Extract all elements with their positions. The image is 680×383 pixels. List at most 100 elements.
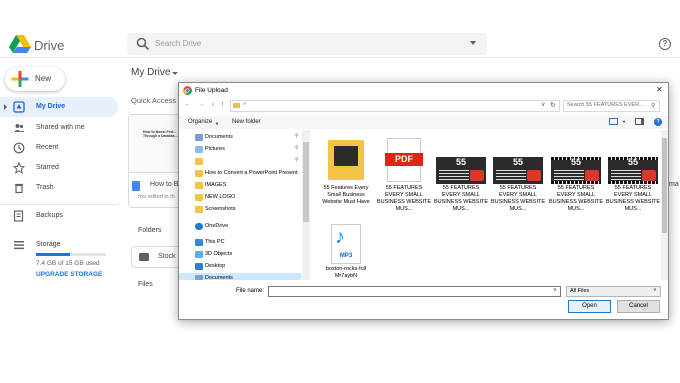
storage-meter-fill <box>36 253 71 256</box>
chevron-down-icon[interactable]: ▼ <box>215 121 219 126</box>
film-strip <box>551 181 601 184</box>
tree-item[interactable]: How to Convert a PowerPoint Present <box>179 168 301 180</box>
tree-item[interactable]: OneDrive <box>179 221 301 233</box>
drive-app-name: Drive <box>34 38 65 53</box>
chevron-down-icon[interactable]: ▼ <box>622 119 626 124</box>
search-icon[interactable]: ⚲ <box>651 102 655 109</box>
sidebar-divider <box>0 204 118 205</box>
folder-icon <box>139 253 149 261</box>
storage-used-text: 7.4 GB of 15 GB used <box>36 260 100 267</box>
folder-icon <box>195 170 203 177</box>
file-list-scrollbar-thumb[interactable] <box>662 138 667 233</box>
up-arrow-icon[interactable]: ↑ <box>221 101 225 108</box>
expand-caret-icon[interactable] <box>4 104 7 110</box>
change-view-icon[interactable] <box>609 118 618 125</box>
chevron-down-icon[interactable] <box>172 72 178 75</box>
upgrade-storage-link[interactable]: UPGRADE STORAGE <box>36 271 102 278</box>
cancel-button-label: Cancel <box>629 303 648 309</box>
onedrive-icon <box>195 223 203 230</box>
file-name-input[interactable] <box>268 286 561 297</box>
close-icon[interactable]: ✕ <box>656 85 663 94</box>
tree-item[interactable]: ⚲ <box>179 156 301 168</box>
tree-item[interactable]: Documents <box>179 273 301 280</box>
folder-icon <box>195 158 203 165</box>
folder-icon <box>195 182 203 189</box>
thumbnail-stripes <box>496 170 526 180</box>
tree-item-label: Documents <box>205 134 233 140</box>
file-name-history-chevron-icon[interactable]: ∨ <box>553 287 557 293</box>
quick-access-heading: Quick Access <box>131 96 177 105</box>
chevron-down-icon[interactable]: ∨ <box>653 287 657 293</box>
thumbnail-stripes <box>554 170 584 180</box>
tree-item[interactable]: This PC <box>179 237 301 249</box>
documents-icon <box>195 275 203 280</box>
sidebar-item-my-drive-label: My Drive <box>36 103 66 110</box>
sidebar-item-backups[interactable]: Backups <box>36 212 63 219</box>
folder-icon <box>195 194 203 201</box>
page-title[interactable]: My Drive <box>131 67 170 78</box>
pictures-icon <box>195 146 203 153</box>
documents-icon <box>195 134 203 141</box>
tree-item[interactable]: NEW LOGO <box>179 192 301 204</box>
file-name-caption: 55 FEATURES EVERY SMALL BUSINESS WEBSITE… <box>548 185 604 212</box>
file-name-caption: 55 FEATURES EVERY SMALL BUSINESS WEBSITE… <box>433 185 489 212</box>
folder-icon <box>233 103 240 108</box>
thumbnail-number: 55 <box>627 157 638 167</box>
thumbnail-graphic <box>527 170 541 181</box>
video-thumbnail: 55 <box>551 157 601 184</box>
backups-icon <box>13 210 24 222</box>
open-button-label: Open <box>582 303 597 309</box>
tree-item[interactable]: Desktop <box>179 261 301 273</box>
tree-item-label: OneDrive <box>205 223 229 229</box>
image-thumbnail: 55 <box>436 157 486 184</box>
help-icon[interactable]: ? <box>654 118 662 126</box>
back-arrow-icon[interactable]: ← <box>184 101 191 108</box>
navigation-pane-scrollbar-thumb[interactable] <box>303 142 309 222</box>
drive-logo-icon[interactable] <box>9 35 31 53</box>
tree-item[interactable]: Pictures ⚲ <box>179 144 301 156</box>
organize-button[interactable]: Organize <box>188 119 212 125</box>
tree-item-label: How to Convert a PowerPoint Present <box>205 170 298 176</box>
star-icon <box>13 162 25 174</box>
document-preview <box>334 146 358 166</box>
clock-icon <box>13 142 25 154</box>
file-name-caption: 55 FEATURES EVERY SMALL BUSINESS WEBSITE… <box>490 185 546 212</box>
sidebar-item-starred[interactable]: Starred <box>36 164 59 171</box>
shared-icon <box>14 124 25 132</box>
sidebar-item-recent[interactable]: Recent <box>36 144 58 151</box>
recent-locations-chevron-icon[interactable]: ∨ <box>211 102 215 108</box>
sidebar-item-shared[interactable]: Shared with me <box>36 124 85 131</box>
partial-file-label: ma <box>669 181 679 188</box>
dialog-search-placeholder: Search 55 FEATURES EVERY S... <box>567 102 647 108</box>
files-heading: Files <box>138 281 153 288</box>
desktop-icon <box>195 263 203 270</box>
tree-item[interactable]: IMAGES <box>179 180 301 192</box>
search-icon[interactable] <box>136 37 150 51</box>
file-name-caption: 55 Features Every Small Business Website… <box>322 185 370 205</box>
film-strip <box>608 181 658 184</box>
forward-arrow-icon[interactable]: → <box>198 101 205 108</box>
tree-item[interactable]: 3D Objects <box>179 249 301 261</box>
folder-icon <box>195 206 203 213</box>
tree-item[interactable]: Screenshots <box>179 204 301 216</box>
video-thumbnail: 55 <box>608 157 658 184</box>
tree-item[interactable]: Documents ⚲ <box>179 132 301 144</box>
address-bar[interactable] <box>230 100 560 112</box>
help-icon[interactable]: ? <box>659 38 671 50</box>
address-dropdown-chevron-icon[interactable]: ∨ <box>541 101 545 108</box>
sidebar-item-storage[interactable]: Storage <box>36 241 61 248</box>
search-options-chevron-icon[interactable] <box>470 41 476 45</box>
tree-item-label: Desktop <box>205 263 226 269</box>
google-docs-icon <box>132 181 140 191</box>
pin-icon: ⚲ <box>295 133 299 139</box>
pdf-badge: PDF <box>385 153 423 166</box>
new-folder-button[interactable]: New folder <box>232 119 261 125</box>
breadcrumb-chevron-icon[interactable]: » <box>243 101 246 107</box>
sidebar-item-trash[interactable]: Trash <box>36 184 54 191</box>
tree-item-label: Screenshots <box>205 206 236 212</box>
dialog-title: File Upload <box>195 87 228 94</box>
refresh-icon[interactable]: ↻ <box>550 101 556 109</box>
drive-search-placeholder: Search Drive <box>155 39 202 48</box>
thumbnail-stripes <box>439 170 469 180</box>
music-note-icon: ♪ <box>335 226 345 248</box>
